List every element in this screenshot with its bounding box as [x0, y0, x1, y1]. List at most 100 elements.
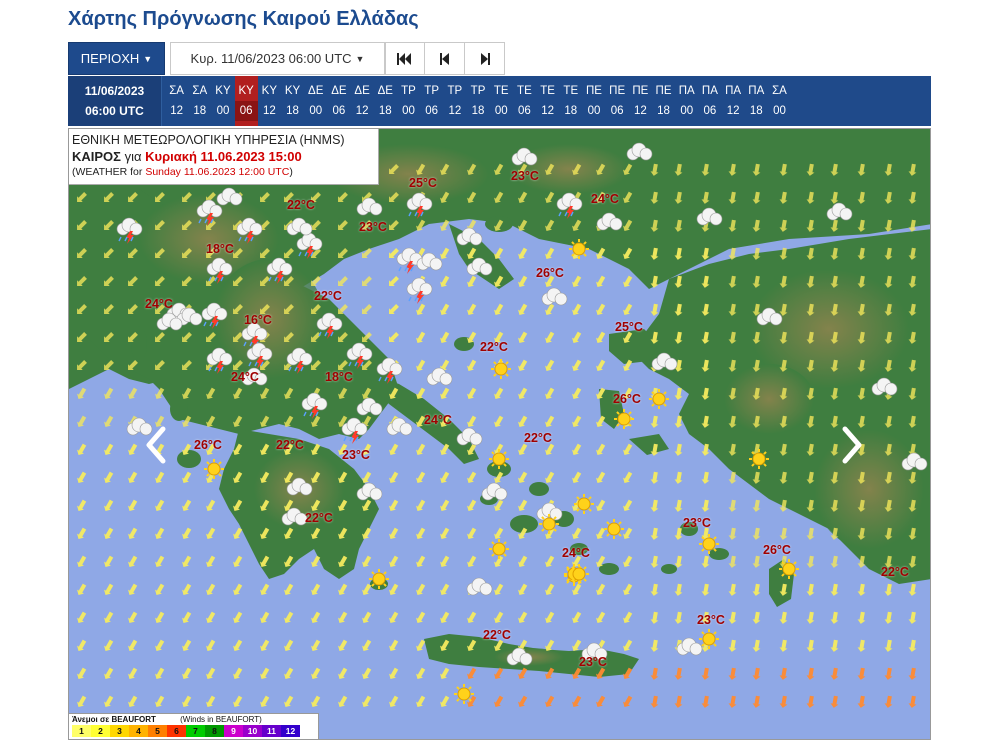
forecast-info-box: ΕΘΝΙΚΗ ΜΕΤΕΩΡΟΛΟΓΙΚΗ ΥΠΗΡΕΣΙΑ (HNMS) ΚΑΙ… — [69, 129, 379, 185]
sun-icon — [574, 494, 594, 514]
timeline-step-hour: 12 — [726, 105, 740, 117]
sun-icon — [454, 684, 474, 704]
previous-frame-button[interactable] — [425, 42, 465, 75]
timeline-step[interactable]: ΣΑ 18 — [188, 76, 211, 126]
timeline-step-day: ΣΑ — [192, 85, 208, 97]
timeline-step[interactable]: ΔΕ 00 — [304, 76, 327, 126]
forecast-map[interactable]: ΕΘΝΙΚΗ ΜΕΤΕΩΡΟΛΟΓΙΚΗ ΥΠΗΡΕΣΙΑ (HNMS) ΚΑΙ… — [68, 128, 931, 740]
timeline-step[interactable]: ΠΕ 18 — [652, 76, 675, 126]
timeline-step-day: ΤΡ — [401, 85, 416, 97]
legend-title: Άνεμοι σε BEAUFORT (Winds in BEAUFORT) — [69, 714, 318, 725]
timeline-step-hour: 00 — [216, 105, 230, 117]
timeline-step[interactable]: ΠΑ 12 — [722, 76, 745, 126]
legend-scale-cell: 5 — [148, 725, 167, 737]
timeline-step-hour: 18 — [286, 105, 299, 117]
legend-title-english: (Winds in BEAUFORT) — [180, 715, 262, 724]
timeline-step[interactable]: ΤΡ 18 — [466, 76, 489, 126]
temperature-label: 24°C — [231, 370, 259, 384]
timeline-step-hour: 18 — [471, 105, 485, 117]
temperature-label: 23°C — [697, 613, 725, 627]
timeline-step-hour: 18 — [749, 105, 763, 117]
timeline-step-hour: 18 — [193, 105, 207, 117]
timeline-step[interactable]: ΠΑ 00 — [675, 76, 698, 126]
timeline-step[interactable]: ΚΥ 06 — [234, 76, 258, 126]
timeline-step-day: ΤΕ — [563, 85, 579, 97]
timeline-step-day: ΔΕ — [308, 85, 324, 97]
timeline-step[interactable]: ΚΥ 12 — [258, 76, 281, 126]
temperature-label: 23°C — [579, 655, 607, 669]
previous-map-arrow[interactable] — [141, 425, 171, 465]
toolbar: ΠΕΡΙΟΧΗ ▼ Κυρ. 11/06/2023 06:00 UTC ▼ — [68, 42, 505, 75]
temperature-label: 24°C — [145, 297, 173, 311]
timeline-step[interactable]: ΤΡ 00 — [397, 76, 420, 126]
timeline-current: 11/06/2023 06:00 UTC — [68, 76, 162, 126]
sun-icon — [569, 239, 589, 259]
timeline-step[interactable]: ΣΑ 00 — [768, 76, 791, 126]
temperature-label: 16°C — [244, 313, 272, 327]
next-frame-button[interactable] — [465, 42, 505, 75]
timeline-step[interactable]: ΠΑ 18 — [745, 76, 768, 126]
temperature-label: 25°C — [615, 320, 643, 334]
timeline-step-day: ΚΥ — [261, 85, 278, 97]
temperature-label: 22°C — [287, 198, 315, 212]
region-dropdown-button[interactable]: ΠΕΡΙΟΧΗ ▼ — [68, 42, 165, 75]
timeline-step-hour: 00 — [587, 105, 601, 117]
timeline-step-day: ΤΕ — [493, 85, 509, 97]
timeline-step-day: ΔΕ — [354, 85, 370, 97]
legend-title-greek: Άνεμοι σε BEAUFORT — [72, 715, 156, 724]
weather-heading: ΚΑΙΡΟΣ για Κυριακή 11.06.2023 15:00 — [72, 148, 375, 165]
english-date: Sunday 11.06.2023 12:00 UTC — [145, 166, 290, 178]
page-title: Χάρτης Πρόγνωσης Καιρού Ελλάδας — [68, 8, 419, 30]
timeline-step-hour: 06 — [703, 105, 717, 117]
timeline-step[interactable]: ΔΕ 12 — [351, 76, 374, 126]
temperature-label: 24°C — [591, 192, 619, 206]
timeline-step-day: ΠΕ — [632, 85, 649, 97]
timeline-step-day: ΠΕ — [655, 85, 672, 97]
timeline-step[interactable]: ΤΕ 18 — [559, 76, 582, 126]
timeline-step[interactable]: ΠΕ 00 — [582, 76, 605, 126]
temperature-label: 18°C — [325, 370, 353, 384]
timeline-step[interactable]: ΠΕ 06 — [606, 76, 629, 126]
timeline-step[interactable]: ΔΕ 06 — [327, 76, 350, 126]
timeline-step[interactable]: ΤΡ 06 — [420, 76, 443, 126]
legend-scale-cell: 3 — [110, 725, 129, 737]
timeline-step-day: ΠΑ — [701, 85, 718, 97]
next-map-arrow[interactable] — [837, 425, 867, 465]
timeline-step[interactable]: ΚΥ 00 — [211, 76, 234, 126]
timeline-step[interactable]: ΤΕ 12 — [536, 76, 559, 126]
sun-icon — [699, 534, 719, 554]
timeline-step[interactable]: ΣΑ 12 — [165, 76, 188, 126]
temperature-label: 18°C — [206, 242, 234, 256]
legend-scale: 1 2 3 4 5 6 7 8 9 10 11 12 — [72, 725, 315, 739]
legend-scale-cell: 1 — [72, 725, 91, 737]
legend-scale-cell: 9 — [224, 725, 243, 737]
timeline-step-day: ΚΥ — [284, 85, 301, 97]
timeline-step-hour: 00 — [773, 105, 786, 117]
date-select[interactable]: Κυρ. 11/06/2023 06:00 UTC ▼ — [170, 42, 385, 75]
timeline-step[interactable]: ΔΕ 18 — [374, 76, 397, 126]
legend-scale-cell: 10 — [243, 725, 262, 737]
timeline-step[interactable]: ΠΕ 12 — [629, 76, 652, 126]
timeline-step[interactable]: ΚΥ 18 — [281, 76, 304, 126]
timeline-step-day: ΤΕ — [517, 85, 532, 97]
legend-scale-cell: 7 — [186, 725, 205, 737]
timeline-step-day: ΠΕ — [585, 85, 602, 97]
timeline-step-hour: 12 — [170, 105, 183, 117]
timeline-step-hour: 00 — [309, 105, 323, 117]
temperature-label: 22°C — [480, 340, 508, 354]
timeline-step-hour: 12 — [541, 105, 554, 117]
temperature-label: 26°C — [613, 392, 641, 406]
timeline-step[interactable]: ΤΡ 12 — [443, 76, 466, 126]
first-frame-button[interactable] — [385, 42, 425, 75]
timeline-step[interactable]: ΤΕ 06 — [513, 76, 536, 126]
timeline-step[interactable]: ΤΕ 00 — [490, 76, 513, 126]
region-label: ΠΕΡΙΟΧΗ — [80, 51, 140, 66]
temperature-label: 23°C — [683, 516, 711, 530]
sun-icon — [569, 564, 589, 584]
timeline-current-time: 06:00 UTC — [85, 104, 144, 118]
timeline-step[interactable]: ΠΑ 06 — [698, 76, 721, 126]
timeline-step-hour: 18 — [378, 105, 392, 117]
temperature-label: 22°C — [314, 289, 342, 303]
english-suffix: ) — [289, 166, 293, 178]
step-back-icon — [439, 52, 449, 65]
